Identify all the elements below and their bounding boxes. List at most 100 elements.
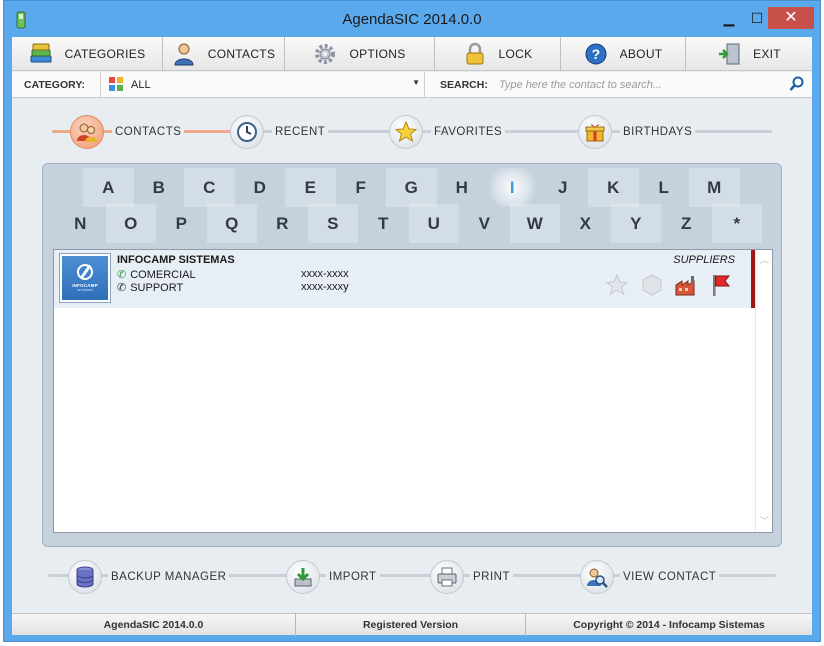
- books-icon: [30, 43, 52, 63]
- menu-lock[interactable]: LOCK: [435, 37, 561, 71]
- letter-filter-button[interactable]: A: [83, 168, 134, 207]
- person-icon: [174, 43, 194, 66]
- backup-manager-button[interactable]: BACKUP MANAGER: [68, 559, 230, 595]
- menu-exit-label: EXIT: [753, 47, 781, 61]
- tab-contacts[interactable]: CONTACTS: [70, 114, 185, 150]
- search-input[interactable]: [499, 76, 784, 94]
- letter-filter-button[interactable]: O: [105, 204, 156, 243]
- tab-favorites-label: FAVORITES: [431, 126, 506, 138]
- letter-filter-button[interactable]: C: [184, 168, 235, 207]
- letter-filter-button[interactable]: P: [156, 204, 207, 243]
- category-value: ALL: [131, 79, 151, 91]
- menu-lock-label: LOCK: [498, 47, 533, 61]
- menu-about[interactable]: ? ABOUT: [561, 37, 686, 71]
- import-button[interactable]: IMPORT: [286, 559, 380, 595]
- letter-filter-button[interactable]: E: [285, 168, 336, 207]
- database-icon: [68, 560, 102, 594]
- menu-about-label: ABOUT: [619, 47, 663, 61]
- padlock-icon: [466, 42, 484, 65]
- minimize-button[interactable]: ▁: [714, 7, 744, 29]
- letter-filter-button[interactable]: M: [689, 168, 740, 207]
- letter-filter-button[interactable]: S: [307, 204, 358, 243]
- tab-recent[interactable]: RECENT: [230, 114, 329, 150]
- letter-filter-button[interactable]: D: [235, 168, 286, 207]
- scroll-up-icon[interactable]: ︿: [756, 253, 773, 266]
- import-icon: [286, 560, 320, 594]
- letter-filter-button[interactable]: Z: [661, 204, 712, 243]
- menu-contacts[interactable]: CONTACTS: [163, 37, 285, 71]
- gear-icon: [315, 44, 336, 64]
- phone-green-icon: ✆: [117, 269, 127, 281]
- letter-filter-button[interactable]: W: [509, 204, 560, 243]
- status-app: AgendaSIC 2014.0.0: [12, 614, 296, 636]
- hexagon-badge-icon[interactable]: [640, 273, 664, 297]
- letter-filter-button[interactable]: N: [55, 204, 106, 243]
- star-icon: [389, 115, 423, 149]
- category-label: CATEGORY:: [24, 79, 86, 91]
- tab-birthdays[interactable]: BIRTHDAYS: [578, 114, 696, 150]
- client-area: CATEGORIES CONTACTS OPTIONS LOCK ? ABOUT…: [12, 37, 812, 636]
- letter-filter-button[interactable]: Y: [610, 204, 661, 243]
- tab-contacts-label: CONTACTS: [112, 126, 185, 138]
- title-bar[interactable]: AgendaSIC 2014.0.0 ▁ ☐ ✕: [4, 1, 820, 37]
- phone-number: xxxx-xxxy: [301, 281, 349, 293]
- clock-icon: [230, 115, 264, 149]
- tab-favorites[interactable]: FAVORITES: [389, 114, 506, 150]
- gift-icon: [578, 115, 612, 149]
- search-icon[interactable]: [789, 76, 805, 92]
- letter-filter-button[interactable]: B: [134, 168, 185, 207]
- categories-grid-icon: [109, 77, 123, 91]
- menu-contacts-label: CONTACTS: [207, 47, 276, 61]
- contacts-panel: ABCDEFGHIJKLM N O P Q R S T U V W X Y Z * INFOCAMP SI…: [42, 163, 782, 547]
- logo-subtext: SISTEMAS: [77, 288, 93, 292]
- letter-filter-button[interactable]: F: [336, 168, 387, 207]
- letter-filter-button[interactable]: Q: [206, 204, 257, 243]
- menu-exit[interactable]: EXIT: [686, 37, 812, 71]
- phone-label: COMERCIAL: [130, 268, 196, 281]
- letter-filter-button[interactable]: U: [408, 204, 459, 243]
- view-contact-icon: [580, 560, 614, 594]
- status-bar: AgendaSIC 2014.0.0 Registered Version Co…: [12, 613, 812, 636]
- red-flag-icon[interactable]: [709, 273, 733, 297]
- help-icon: ?: [585, 43, 607, 65]
- letter-filter-button[interactable]: X: [560, 204, 611, 243]
- letter-filter-button[interactable]: I: [487, 168, 538, 207]
- vertical-scrollbar[interactable]: ︿ ﹀: [755, 250, 772, 532]
- print-button[interactable]: PRINT: [430, 559, 513, 595]
- phone-number: xxxx-xxxx: [301, 268, 349, 280]
- menu-options[interactable]: OPTIONS: [285, 37, 435, 71]
- tab-recent-label: RECENT: [272, 126, 329, 138]
- print-label: PRINT: [470, 571, 513, 583]
- exit-door-icon: [719, 43, 740, 65]
- dropdown-arrow-icon[interactable]: ▼: [412, 78, 420, 87]
- letter-filter-button[interactable]: *: [711, 204, 762, 243]
- import-label: IMPORT: [326, 571, 380, 583]
- favorite-star-icon[interactable]: [605, 273, 629, 297]
- letter-filter-button[interactable]: K: [588, 168, 639, 207]
- window-title: AgendaSIC 2014.0.0: [342, 11, 482, 28]
- factory-icon[interactable]: [674, 273, 698, 297]
- tab-birthdays-label: BIRTHDAYS: [620, 126, 696, 138]
- letter-filter-button[interactable]: J: [538, 168, 589, 207]
- category-select[interactable]: ALL ▼: [100, 72, 425, 98]
- alphabet-row-1: ABCDEFGHIJKLM: [83, 168, 740, 207]
- letter-filter-button[interactable]: V: [459, 204, 510, 243]
- app-window: AgendaSIC 2014.0.0 ▁ ☐ ✕ CATEGORIES CONT…: [3, 0, 821, 642]
- menu-categories[interactable]: CATEGORIES: [12, 37, 163, 71]
- letter-filter-button[interactable]: H: [437, 168, 488, 207]
- contact-row[interactable]: INFOCAMP SISTEMAS INFOCAMP SISTEMAS ✆ CO…: [54, 250, 751, 308]
- letter-filter-button[interactable]: L: [639, 168, 690, 207]
- close-button[interactable]: ✕: [768, 7, 814, 29]
- contacts-people-icon: [70, 115, 104, 149]
- phone-entry: ✆ COMERCIAL: [117, 268, 196, 282]
- letter-filter-button[interactable]: T: [358, 204, 409, 243]
- phone-entry: ✆ SUPPORT: [117, 281, 183, 295]
- view-contact-button[interactable]: VIEW CONTACT: [580, 559, 720, 595]
- letter-filter-button[interactable]: G: [386, 168, 437, 207]
- letter-filter-button[interactable]: R: [257, 204, 308, 243]
- contact-name: INFOCAMP SISTEMAS: [117, 254, 235, 266]
- alphabet-row-2: N O P Q R S T U V W X Y Z *: [55, 204, 762, 243]
- status-copyright: Copyright © 2014 - Infocamp Sistemas: [573, 619, 765, 631]
- scroll-down-icon[interactable]: ﹀: [756, 514, 773, 527]
- main-menu: CATEGORIES CONTACTS OPTIONS LOCK ? ABOUT…: [12, 37, 812, 71]
